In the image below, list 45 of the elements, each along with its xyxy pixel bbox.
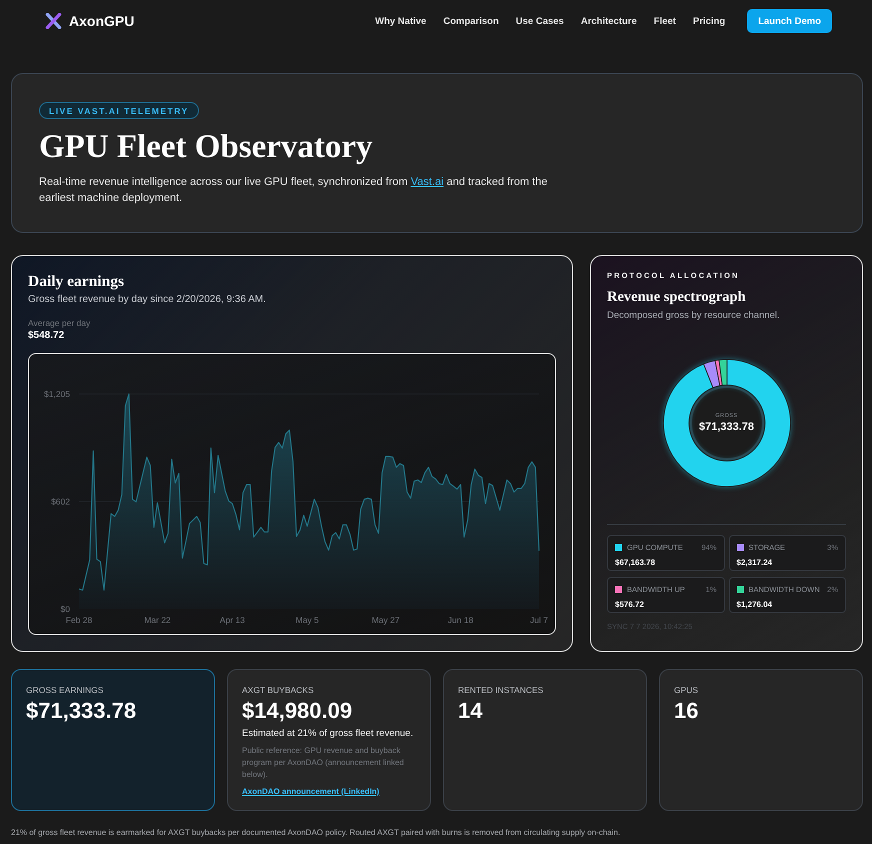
y-axis-label: $0 xyxy=(60,604,70,614)
stat-value: 14 xyxy=(458,698,482,724)
legend-amount: $576.72 xyxy=(615,600,644,610)
center-value: $71,333.78 xyxy=(698,420,754,434)
stat-note: Public reference: GPU revenue and buyback program per AxonDAO (announcement linked below). xyxy=(242,745,405,781)
x-axis-label: Feb 28 xyxy=(66,615,92,625)
stat-label: GPUS xyxy=(674,684,698,696)
stat-label: AXGT BUYBACKS xyxy=(242,684,314,696)
stat-value: $14,980.09 xyxy=(242,698,352,724)
x-axis-label: Jun 18 xyxy=(448,615,474,625)
telemetry-badge: LIVE VAST.AI TELEMETRY xyxy=(39,102,199,119)
x-axis-label: May 5 xyxy=(296,615,319,625)
stat-detail: Estimated at 21% of gross fleet revenue. xyxy=(242,727,414,741)
nav-link[interactable]: Use Cases xyxy=(516,16,564,26)
card-subtitle: Gross fleet revenue by day since 2/20/2026, 9:36 AM. xyxy=(28,293,266,307)
x-axis-label: May 27 xyxy=(372,615,400,625)
nav-link[interactable]: Fleet xyxy=(654,16,676,26)
average-label: Average per day xyxy=(28,317,90,329)
page-title: GPU Fleet Observatory xyxy=(39,128,373,166)
source-link[interactable]: Vast.ai xyxy=(410,176,444,188)
hero-description: Real-time revenue intelligence across our live GPU fleet, synchronized from Vast.ai and tracked from the earliest machine deployment. xyxy=(39,175,548,206)
footer-note: 21% of gross fleet revenue is earmarked for AXGT buybacks per documented AxonDAO policy. Routed AXGT paired with burns is removed from circulating supply on-chain. xyxy=(11,827,620,839)
nav-link[interactable]: Architecture xyxy=(580,16,637,26)
stat-value: $71,333.78 xyxy=(26,698,136,724)
legend-amount: $2,317.24 xyxy=(736,558,772,568)
x-axis-label: Apr 13 xyxy=(220,615,245,625)
average-value: $548.72 xyxy=(28,329,64,343)
stat-value: 16 xyxy=(674,698,698,724)
stat-label: GROSS EARNINGS xyxy=(26,684,104,696)
legend-amount: $67,163.78 xyxy=(615,558,656,568)
logo-icon[interactable] xyxy=(45,13,62,29)
announcement-link[interactable]: AxonDAO announcement (LinkedIn) xyxy=(242,786,380,798)
nav-link[interactable]: Comparison xyxy=(443,16,499,26)
brand-name[interactable]: AxonGPU xyxy=(69,13,134,29)
stat-label: RENTED INSTANCES xyxy=(458,684,544,696)
y-axis-label: $1,205 xyxy=(44,389,70,399)
card-subtitle: Decomposed gross by resource channel. xyxy=(607,309,780,323)
card-title: Daily earnings xyxy=(28,273,124,291)
x-axis-label: Jul 7 xyxy=(530,615,548,625)
y-axis-label: $602 xyxy=(51,496,70,507)
legend-amount: $1,276.04 xyxy=(736,600,772,610)
nav-link[interactable]: Pricing xyxy=(692,16,726,26)
nav-link[interactable]: Why Native xyxy=(375,16,426,26)
card-title: Revenue spectrograph xyxy=(607,288,746,306)
x-axis-label: Mar 22 xyxy=(144,615,171,625)
